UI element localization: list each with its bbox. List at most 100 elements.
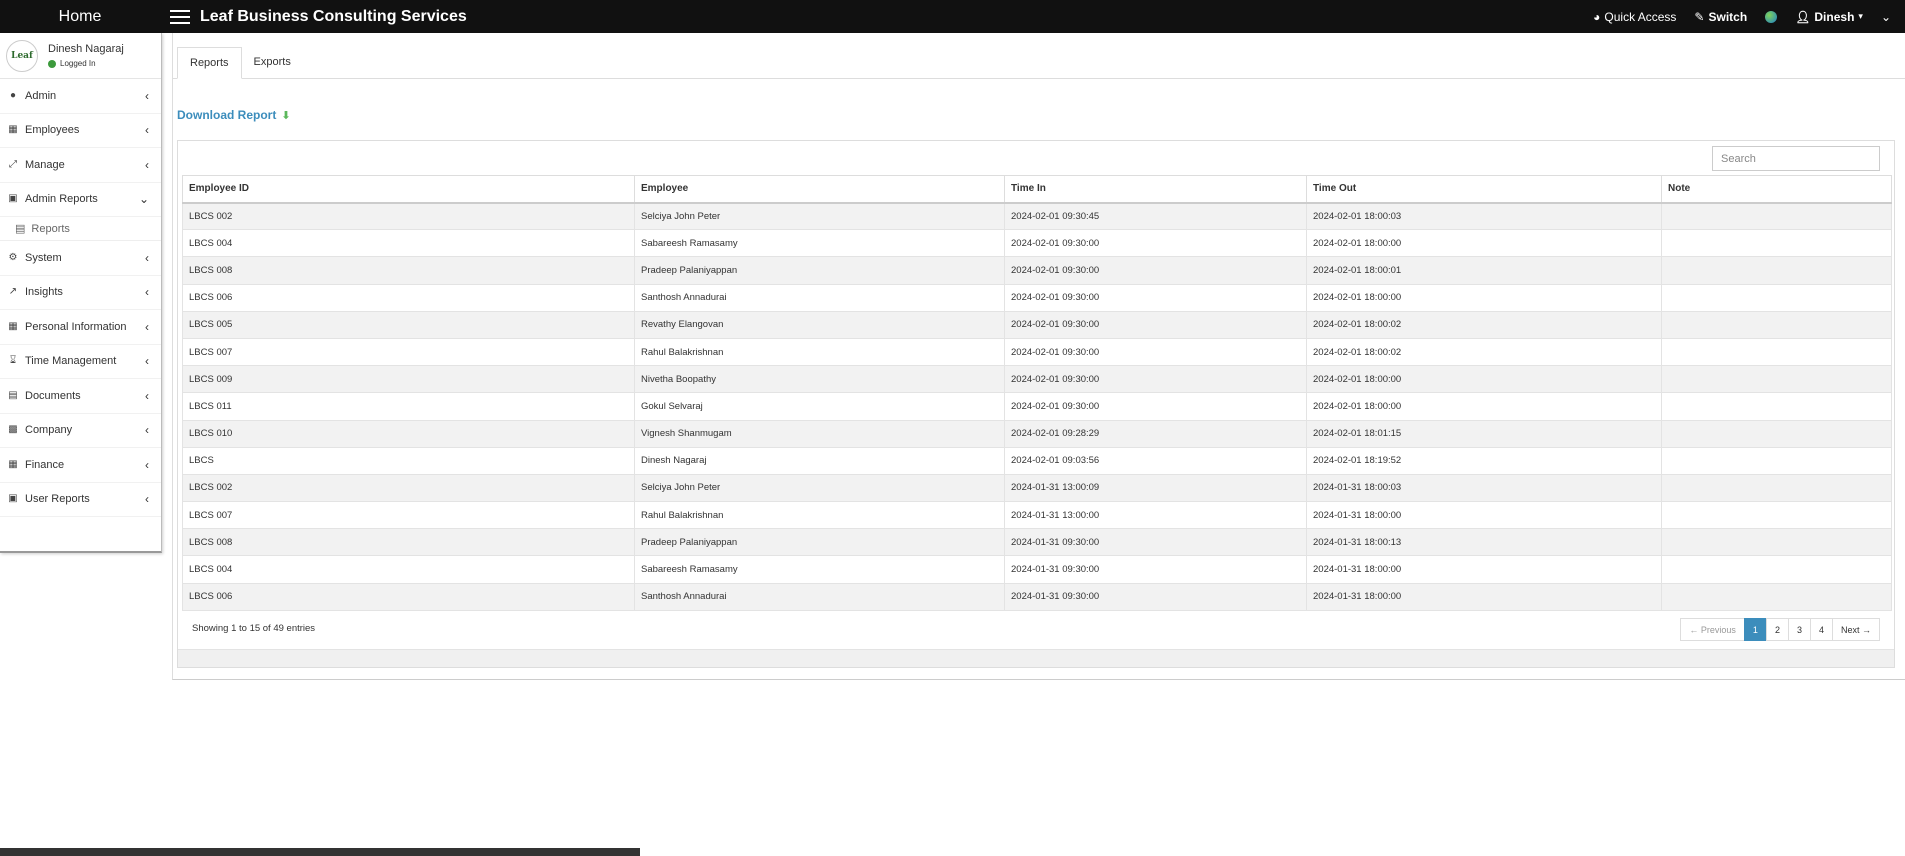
table-row[interactable]: LBCS Dinesh Nagaraj 2024-02-01 09:03:56 202… [182, 446, 1892, 475]
cell-time-in: 2024-02-01 09:30:00 [1004, 392, 1307, 421]
sidebar-item-admin[interactable]: ● Admin ‹ [0, 79, 161, 114]
cell-employee-id: LBCS 009 [182, 365, 635, 394]
chevron-left-icon: ‹ [145, 388, 149, 403]
attendance-table: Employee ID Employee Time In Time Out No… [182, 175, 1892, 611]
hamburger-menu-icon[interactable] [170, 9, 190, 24]
table-row[interactable]: LBCS 008 Pradeep Palaniyappan 2024-02-01 0… [182, 256, 1892, 285]
sidebar-item-admin-reports[interactable]: ▣ Admin Reports ⌄ [0, 183, 161, 217]
sidebar-item-label: System [25, 251, 62, 264]
quick-access-button[interactable]: ◕ Quick Access [1593, 10, 1676, 24]
top-navbar: Home Leaf Business Consulting Services ◕… [0, 0, 1905, 33]
chevron-left-icon: ‹ [145, 88, 149, 103]
table-row[interactable]: LBCS 005 Revathy Elangovan 2024-02-01 09:3… [182, 310, 1892, 339]
hourglass-icon: ⌛︎ [9, 355, 17, 367]
user-icon: 👤︎ [1795, 9, 1811, 24]
chevron-left-icon: ‹ [145, 250, 149, 265]
column-header-employee-id[interactable]: Employee ID [182, 175, 635, 204]
column-header-employee[interactable]: Employee [634, 175, 1005, 204]
sidebar-item-finance[interactable]: ▦ Finance ‹ [0, 448, 161, 483]
table-row[interactable]: LBCS 009 Nivetha Boopathy 2024-02-01 09:30… [182, 365, 1892, 394]
page-2-button[interactable]: 2 [1765, 618, 1789, 641]
sidebar-item-time-management[interactable]: ⌛︎ Time Management ‹ [0, 345, 161, 379]
users-icon: ● [9, 89, 17, 101]
switch-button[interactable]: ✎ Switch [1694, 10, 1747, 24]
cell-time-out: 2024-02-01 18:00:01 [1306, 256, 1662, 285]
cell-note [1661, 501, 1892, 530]
grid-icon: ▦ [8, 320, 18, 332]
table-row[interactable]: LBCS 002 Selciya John Peter 2024-01-31 13:… [182, 473, 1892, 503]
status-label: Logged In [60, 59, 96, 68]
sidebar-item-label: Finance [25, 458, 65, 471]
previous-page-button[interactable]: ← Previous [1680, 618, 1745, 641]
sidebar-item-company[interactable]: ▩ Company ‹ [0, 414, 161, 448]
page-4-button[interactable]: 4 [1809, 618, 1833, 641]
table-row[interactable]: LBCS 002 Selciya John Peter 2024-02-01 09:… [182, 201, 1892, 231]
switch-label: Switch [1708, 9, 1748, 24]
page-3-button[interactable]: 3 [1787, 618, 1811, 641]
table-row[interactable]: LBCS 004 Sabareesh Ramasamy 2024-02-01 09:… [182, 229, 1892, 258]
cell-employee: Nivetha Boopathy [634, 365, 1005, 394]
cell-time-in: 2024-02-01 09:30:45 [1004, 201, 1307, 231]
expand-button[interactable]: ⌄ [1881, 10, 1891, 24]
table-row[interactable]: LBCS 008 Pradeep Palaniyappan 2024-01-31 0… [182, 528, 1892, 557]
sidebar-item-label: Admin [25, 89, 57, 102]
cell-time-out: 2024-02-01 18:00:00 [1306, 365, 1662, 394]
language-button[interactable] [1765, 10, 1778, 23]
cell-employee-id: LBCS 002 [182, 201, 635, 231]
page-1-button[interactable]: 1 [1743, 618, 1767, 641]
sidebar-item-insights[interactable]: ↗ Insights ‹ [0, 276, 161, 310]
sidebar-item-label: Documents [25, 389, 81, 402]
calculator-icon: ▦ [8, 458, 18, 470]
next-page-button[interactable]: Next → [1831, 618, 1880, 641]
cell-time-in: 2024-01-31 13:00:00 [1004, 501, 1307, 530]
grid-icon: ▦ [8, 124, 18, 136]
search-input[interactable] [1712, 146, 1880, 171]
table-row[interactable]: LBCS 011 Gokul Selvaraj 2024-02-01 09:30:0… [182, 392, 1892, 421]
tab-exports[interactable]: Exports [242, 46, 303, 78]
cell-employee: Pradeep Palaniyappan [634, 256, 1005, 285]
cell-time-in: 2024-02-01 09:28:29 [1004, 419, 1307, 448]
sidebar-item-documents[interactable]: ▤ Documents ‹ [0, 379, 161, 414]
sidebar-item-user-reports[interactable]: ▣ User Reports ‹ [0, 483, 161, 517]
table-row[interactable]: LBCS 010 Vignesh Shanmugam 2024-02-01 09:2… [182, 419, 1892, 448]
sidebar-item-personal-information[interactable]: ▦ Personal Information ‹ [0, 310, 161, 345]
download-report-label: Download Report [177, 108, 277, 122]
chevron-down-icon: ⌄ [138, 192, 149, 207]
table-row[interactable]: LBCS 007 Rahul Balakrishnan 2024-02-01 09:… [182, 337, 1892, 367]
table-row[interactable]: LBCS 004 Sabareesh Ramasamy 2024-01-31 09:… [182, 555, 1892, 584]
sidebar-item-label: Time Management [25, 355, 117, 368]
cell-time-out: 2024-01-31 18:00:03 [1306, 473, 1662, 503]
cell-time-out: 2024-02-01 18:00:00 [1306, 229, 1662, 258]
cell-employee-id: LBCS 008 [182, 528, 635, 557]
cell-time-out: 2024-02-01 18:00:02 [1306, 310, 1662, 339]
cell-time-in: 2024-01-31 09:30:00 [1004, 555, 1307, 584]
home-link[interactable]: Home [0, 8, 160, 26]
caret-down-icon: ▾ [1858, 11, 1863, 21]
sidebar-item-system[interactable]: ⚙ System ‹ [0, 241, 161, 276]
cell-time-out: 2024-02-01 18:01:15 [1306, 419, 1662, 448]
download-report-link[interactable]: Download Report ⬇︎ [177, 108, 291, 122]
user-menu-button[interactable]: 👤︎ Dinesh ▾ [1795, 10, 1863, 24]
chart-icon: ↗ [8, 286, 18, 298]
column-header-time-in[interactable]: Time In [1004, 175, 1307, 204]
table-row[interactable]: LBCS 007 Rahul Balakrishnan 2024-01-31 13:… [182, 501, 1892, 530]
column-header-note[interactable]: Note [1661, 175, 1892, 204]
edit-icon: ✎ [1694, 9, 1705, 24]
cell-employee: Santhosh Annadurai [634, 582, 1005, 611]
column-header-time-out[interactable]: Time Out [1306, 175, 1662, 204]
chevron-left-icon: ‹ [145, 285, 149, 300]
table-row[interactable]: LBCS 006 Santhosh Annadurai 2024-02-01 09:… [182, 283, 1892, 312]
table-row[interactable]: LBCS 006 Santhosh Annadurai 2024-01-31 09:… [182, 582, 1892, 611]
sidebar-item-manage[interactable]: ⤢ Manage ‹ [0, 148, 161, 183]
tab-reports[interactable]: Reports [177, 47, 242, 79]
sidebar-item-label: Admin Reports [25, 193, 98, 206]
sidebar-item-employees[interactable]: ▦ Employees ‹ [0, 114, 161, 148]
table-header-row: Employee ID Employee Time In Time Out No… [182, 175, 1892, 204]
cell-employee-id: LBCS 007 [182, 337, 635, 367]
brand-title: Leaf Business Consulting Services [200, 7, 467, 25]
profile-status: Logged In [48, 59, 124, 68]
user-name-label: Dinesh [1814, 9, 1855, 24]
sidebar-subitem-label: Reports [31, 222, 70, 235]
sidebar-subitem-reports[interactable]: ▤ Reports [0, 217, 161, 241]
cell-employee: Rahul Balakrishnan [634, 501, 1005, 530]
